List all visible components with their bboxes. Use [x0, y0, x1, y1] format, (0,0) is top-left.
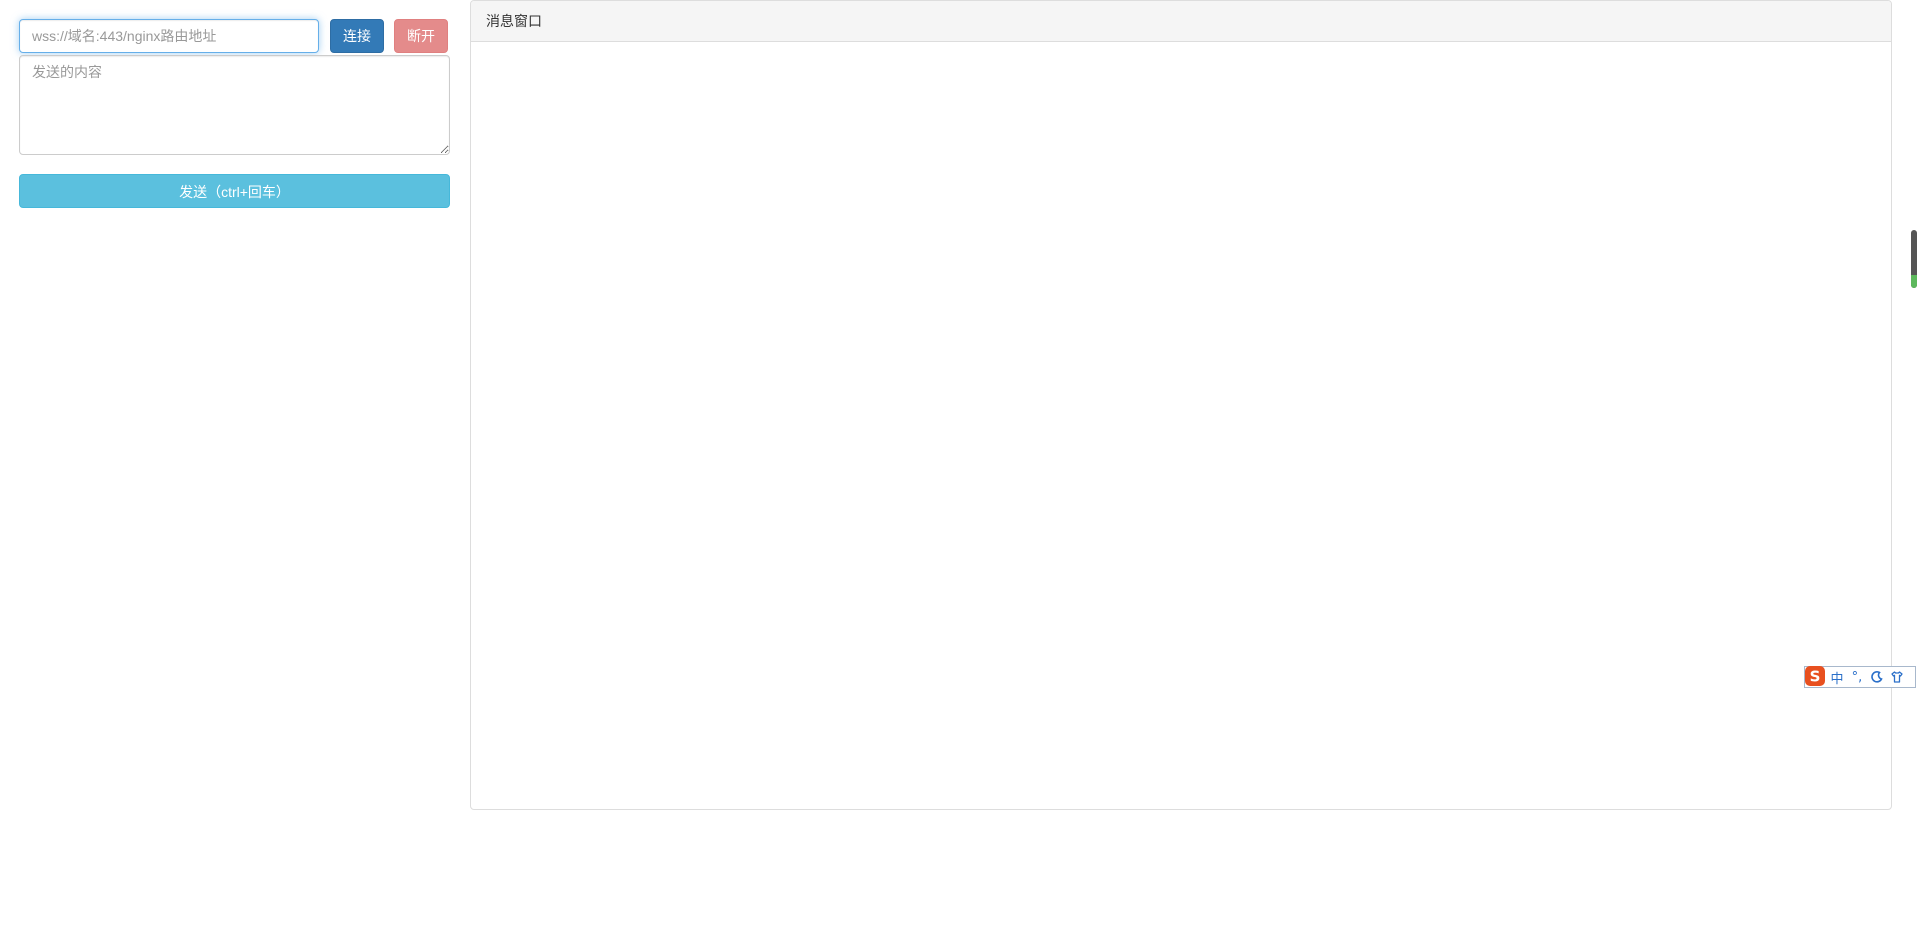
message-content-textarea[interactable] — [19, 55, 450, 155]
ime-toolbar[interactable]: S 中 °, — [1804, 666, 1916, 688]
message-window-panel: 消息窗口 — [470, 0, 1892, 810]
scroll-indicator[interactable] — [1911, 230, 1917, 288]
url-row: 连接 断开 — [19, 19, 450, 54]
send-button[interactable]: 发送（ctrl+回车） — [19, 174, 450, 208]
ime-mode-toggle[interactable]: 中 — [1827, 667, 1847, 687]
disconnect-button[interactable]: 断开 — [394, 19, 448, 53]
moon-icon[interactable] — [1867, 667, 1887, 687]
scroll-indicator-fill — [1911, 275, 1917, 288]
websocket-url-input[interactable] — [19, 19, 319, 53]
connection-panel: 连接 断开 发送（ctrl+回车） — [19, 19, 450, 208]
message-window-body — [471, 42, 1891, 809]
message-window-title: 消息窗口 — [471, 1, 1891, 42]
sogou-logo-icon[interactable]: S — [1803, 664, 1827, 688]
page: 连接 断开 发送（ctrl+回车） 消息窗口 S 中 °, — [0, 0, 1920, 937]
connect-button[interactable]: 连接 — [330, 19, 384, 53]
shirt-icon[interactable] — [1887, 667, 1907, 687]
ime-punctuation-toggle[interactable]: °, — [1847, 667, 1867, 687]
svg-text:S: S — [1810, 668, 1821, 686]
